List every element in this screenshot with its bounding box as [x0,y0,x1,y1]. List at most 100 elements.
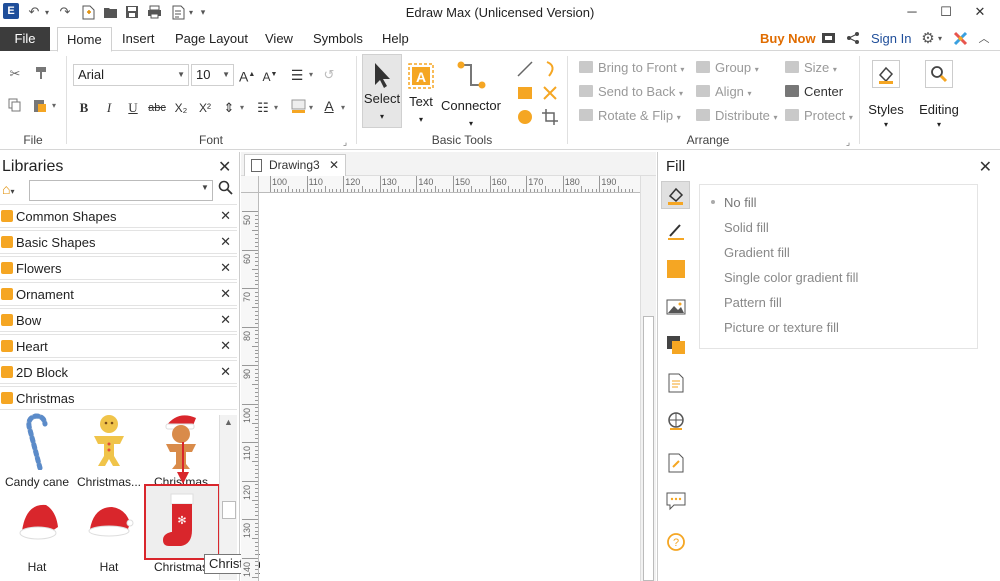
tab-symbols[interactable]: Symbols [304,27,372,51]
shape-candy-cane[interactable]: Candy cane [0,412,74,492]
fill-option-pattern[interactable]: Pattern fill [724,295,782,310]
font-family-select[interactable]: Arial ▼ [73,64,189,86]
library-category-2d-block[interactable]: 2D Block ✕ [0,360,237,384]
library-search-input[interactable] [29,180,213,201]
cut-icon[interactable]: ✂ [6,66,24,82]
clear-format-icon[interactable]: ↺ [320,67,338,83]
italic-button[interactable]: I [101,100,117,116]
edraw-brand-icon[interactable] [952,31,968,47]
arrange-dialog-launcher-icon[interactable]: ⌟ [843,134,853,150]
settings-dropdown-icon[interactable]: ▾ [935,31,945,47]
hyperlink-globe-icon[interactable] [666,411,686,431]
rectangle-tool-icon[interactable] [515,84,535,104]
library-category-basic-shapes[interactable]: Basic Shapes ✕ [0,230,237,254]
paste-icon[interactable] [31,98,49,114]
settings-gear-icon[interactable]: ⚙ [920,31,936,47]
help-icon[interactable]: ? [666,532,686,552]
canvas-vertical-scrollbar[interactable] [640,176,656,581]
editing-button[interactable]: Editing ▾ [914,56,964,136]
fill-option-gradient[interactable]: Gradient fill [724,245,790,260]
library-category-flowers[interactable]: Flowers ✕ [0,256,237,280]
library-category-bow[interactable]: Bow ✕ [0,308,237,332]
shadow-icon[interactable] [666,259,686,279]
tab-help[interactable]: Help [373,27,418,51]
highlight-dropdown-icon[interactable]: ▾ [306,100,316,116]
file-menu[interactable]: File [0,27,50,51]
strikethrough-button[interactable]: abc [146,100,168,116]
shape-christmas-stockings[interactable]: ✻ [144,484,220,560]
scrollbar-thumb[interactable] [222,501,236,519]
crop-tool-icon[interactable] [540,108,560,128]
comment-icon[interactable] [666,491,686,511]
close-icon[interactable]: ✕ [218,157,231,177]
close-icon[interactable]: ✕ [220,364,231,380]
align-dropdown-icon[interactable]: ▾ [306,67,316,83]
scrollbar-thumb[interactable] [643,316,654,581]
select-tool-button[interactable]: Select ▾ [362,54,402,128]
format-painter-icon[interactable] [32,66,50,82]
subscript-button[interactable]: X₂ [172,100,190,116]
superscript-button[interactable]: X² [196,100,214,116]
maximize-button[interactable]: ☐ [932,2,960,22]
note-icon[interactable] [666,453,686,473]
align-text-icon[interactable]: ☰ [288,67,306,83]
text-tool-button[interactable]: A Text ▾ [404,56,438,130]
close-icon[interactable]: ✕ [220,234,231,250]
library-category-christmas[interactable]: Christmas [0,386,237,410]
close-icon[interactable]: ✕ [220,312,231,328]
chevron-down-icon[interactable]: ▼ [201,183,209,192]
buy-now-link[interactable]: Buy Now [760,27,816,51]
close-icon[interactable]: ✕ [979,157,992,177]
shape-hat-1[interactable]: Hat [0,497,74,577]
bullet-list-dropdown-icon[interactable]: ▾ [271,100,281,116]
fill-option-no-fill[interactable]: No fill [711,195,757,210]
tab-home[interactable]: Home [57,27,112,52]
copy-icon[interactable] [6,98,24,114]
line-tool-icon[interactable] [515,60,535,80]
distribute-button[interactable]: Distribute ▾ [696,107,778,125]
close-icon[interactable]: ✕ [329,155,339,175]
font-dialog-launcher-icon[interactable]: ⌟ [340,134,350,150]
library-category-heart[interactable]: Heart ✕ [0,334,237,358]
close-icon[interactable]: ✕ [220,208,231,224]
scroll-up-icon[interactable]: ▲ [224,417,233,427]
protect-button[interactable]: Protect ▾ [785,107,853,125]
ellipse-tool-icon[interactable] [515,108,535,128]
cart-icon[interactable] [820,31,836,47]
fill-option-picture-texture[interactable]: Picture or texture fill [724,320,839,335]
fill-option-solid[interactable]: Solid fill [724,220,769,235]
paste-dropdown-icon[interactable]: ▾ [49,98,59,114]
minimize-button[interactable]: ─ [898,2,926,22]
tab-insert[interactable]: Insert [113,27,164,51]
bold-button[interactable]: B [76,100,92,116]
font-color-button[interactable]: A [321,98,337,114]
font-size-select[interactable]: 10 ▼ [191,64,234,86]
cross-tool-icon[interactable] [540,84,560,104]
group-button[interactable]: Group ▾ [696,59,759,77]
page-properties-icon[interactable] [666,373,686,393]
center-button[interactable]: Center [785,83,843,101]
connector-tool-button[interactable]: Connector ▾ [440,56,502,130]
size-button[interactable]: Size ▾ [785,59,837,77]
underline-button[interactable]: U [125,100,141,116]
tab-view[interactable]: View [256,27,302,51]
home-library-icon[interactable]: ⌂▾ [2,181,14,197]
layers-icon[interactable] [666,335,686,355]
font-color-dropdown-icon[interactable]: ▾ [338,100,348,116]
fill-option-single-color-gradient[interactable]: Single color gradient fill [724,270,858,285]
collapse-ribbon-icon[interactable]: ︿ [976,31,992,47]
tab-page-layout[interactable]: Page Layout [166,27,257,51]
close-icon[interactable]: ✕ [220,260,231,276]
arc-tool-icon[interactable] [540,60,560,80]
line-spacing-dropdown-icon[interactable]: ▾ [237,100,247,116]
close-icon[interactable]: ✕ [220,338,231,354]
share-icon[interactable] [845,31,861,47]
shape-gingerbread[interactable]: Christmas... [72,412,146,492]
shrink-font-icon[interactable]: A▼ [262,67,278,84]
align-button[interactable]: Align ▾ [696,83,752,101]
shape-hat-2[interactable]: Hat [72,497,146,577]
line-style-icon[interactable] [666,221,686,241]
close-icon[interactable]: ✕ [220,286,231,302]
bring-to-front-button[interactable]: Bring to Front ▾ [579,59,684,77]
search-icon[interactable] [218,180,233,199]
